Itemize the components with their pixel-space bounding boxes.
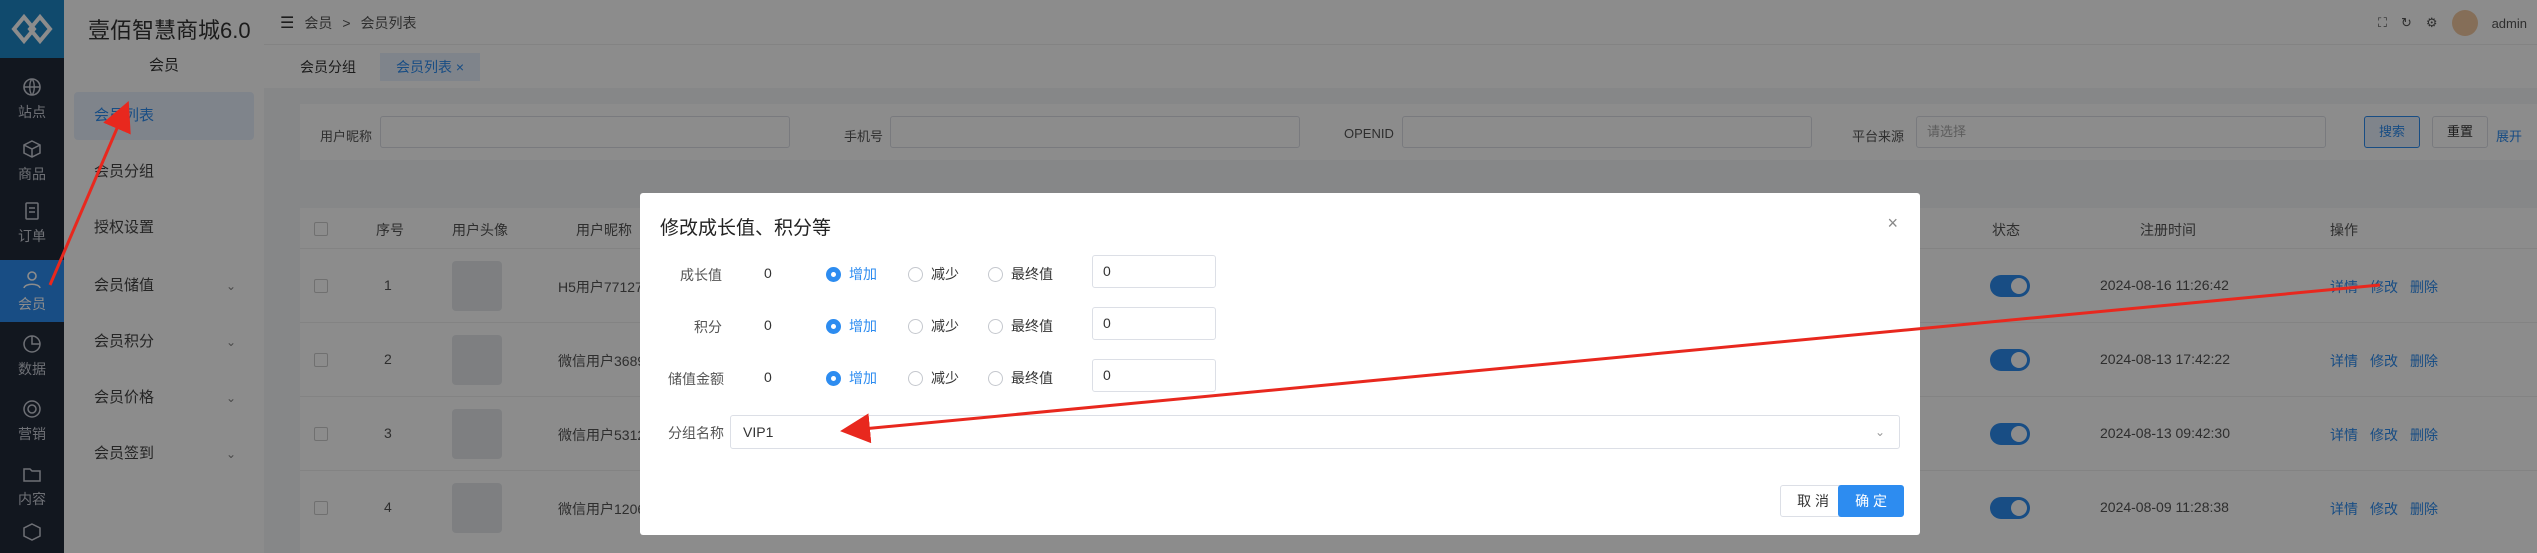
arrow-to-member-list <box>48 100 131 286</box>
arrow-to-group-select <box>840 283 2381 444</box>
annotation-arrows <box>48 100 2381 444</box>
